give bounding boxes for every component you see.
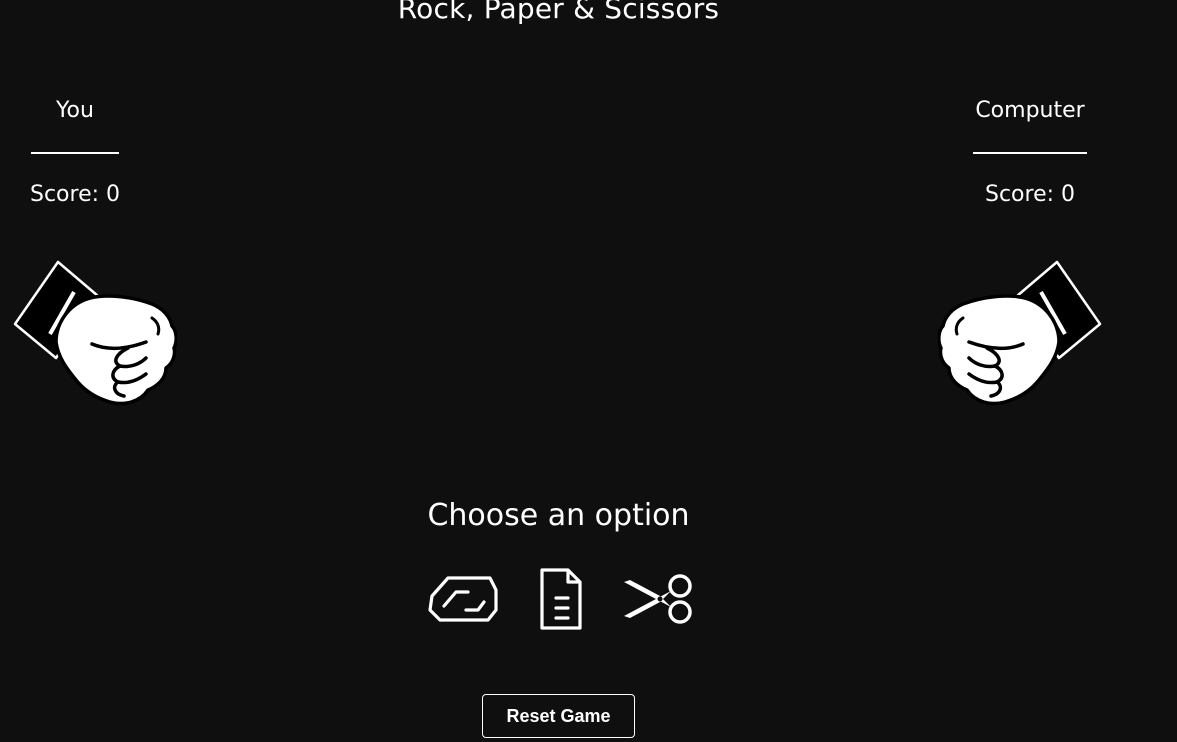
- player-divider-you: [31, 152, 119, 154]
- rock-icon: [428, 576, 498, 622]
- player-divider-computer: [973, 152, 1087, 154]
- player-hand-you: [12, 258, 178, 408]
- choose-option-prompt: Choose an option: [427, 498, 690, 533]
- fist-rock-icon: [13, 260, 178, 406]
- scissors-button[interactable]: [620, 566, 696, 634]
- player-name-computer: Computer: [975, 98, 1085, 123]
- rock-button[interactable]: [426, 566, 498, 634]
- fist-rock-icon: [937, 260, 1102, 406]
- option-buttons: [424, 566, 704, 634]
- scissors-icon: [624, 574, 692, 624]
- reset-game-button[interactable]: Reset Game: [482, 694, 635, 738]
- player-hand-computer: [937, 258, 1103, 408]
- player-panel-you: You Score: 0: [30, 96, 120, 210]
- player-score-computer: Score: 0: [984, 182, 1076, 207]
- paper-button[interactable]: [538, 566, 584, 634]
- player-name-you: You: [56, 98, 94, 123]
- page-title: Rock, Paper & Scissors: [397, 0, 720, 25]
- game-stage: Rock, Paper & Scissors You Score: 0 Comp…: [0, 0, 1177, 742]
- player-panel-computer: Computer Score: 0: [973, 96, 1087, 210]
- paper-icon: [540, 568, 582, 630]
- player-score-you: Score: 0: [29, 182, 121, 207]
